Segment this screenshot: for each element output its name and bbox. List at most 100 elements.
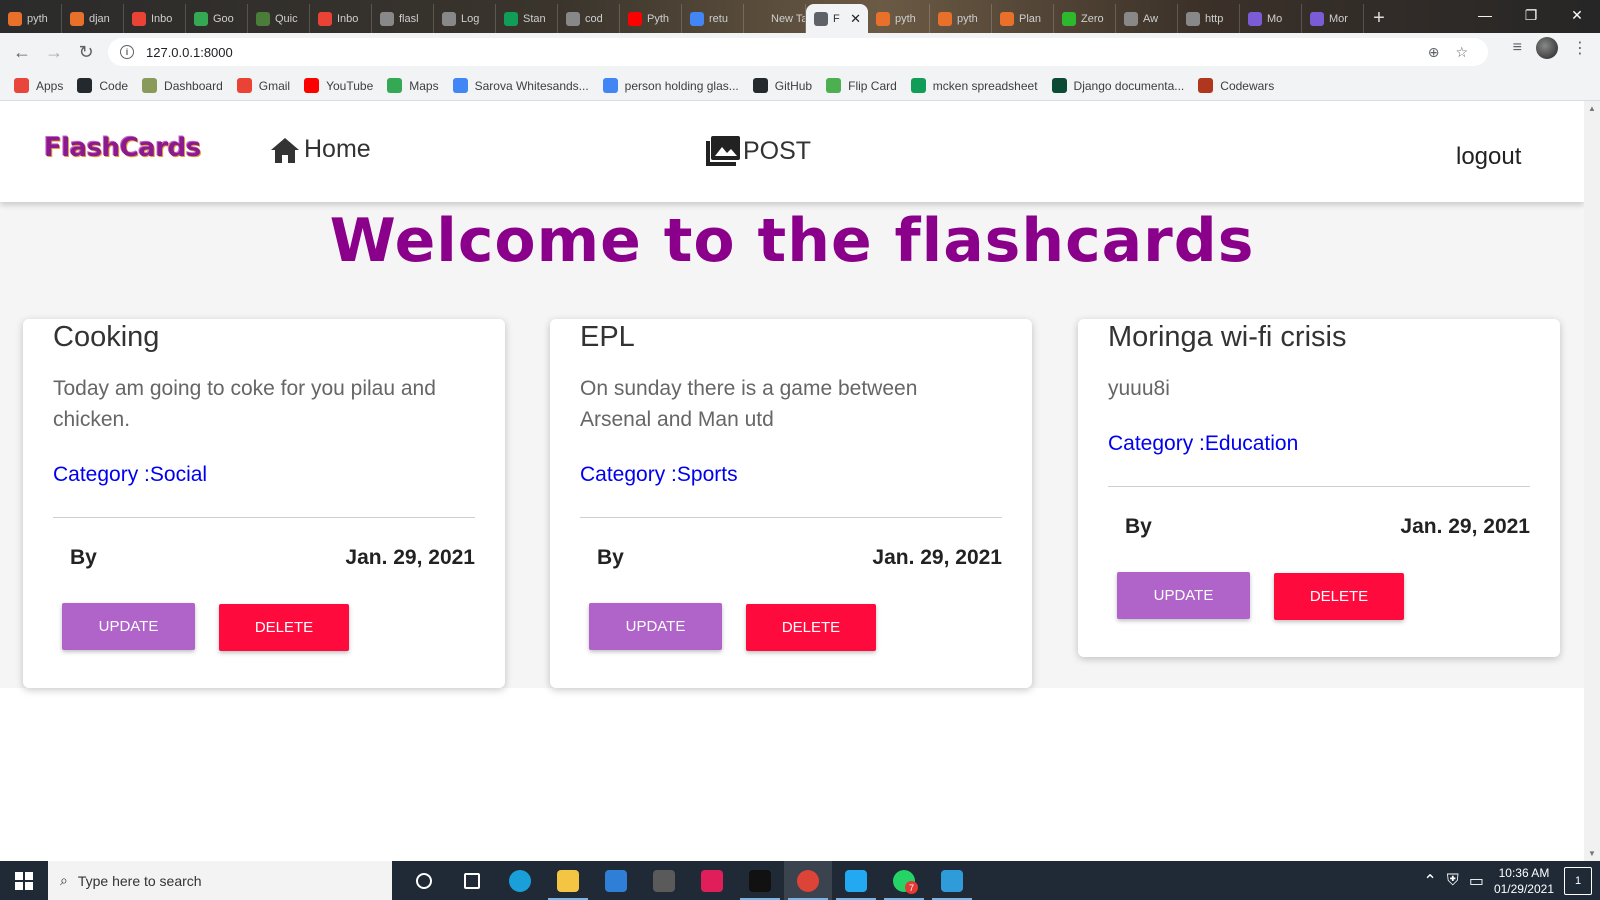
bookmark-item[interactable]: Gmail — [236, 78, 290, 93]
page-scrollbar[interactable]: ▲ ▼ — [1584, 101, 1600, 861]
logout-link[interactable]: logout — [1456, 143, 1521, 171]
browser-tab[interactable]: Inbo — [310, 4, 372, 33]
browser-tab[interactable]: Goo — [186, 4, 248, 33]
browser-tab[interactable]: pyth — [0, 4, 62, 33]
bookmark-item[interactable]: Codewars — [1198, 78, 1274, 93]
media-control-icon[interactable]: ≡ — [1513, 39, 1522, 57]
close-window-button[interactable]: ✕ — [1554, 0, 1600, 30]
taskbar-clock[interactable]: 10:36 AM 01/29/2021 — [1494, 865, 1554, 897]
browser-tab[interactable]: Plan — [992, 4, 1054, 33]
delete-button[interactable]: DELETE — [1274, 573, 1404, 620]
restore-button[interactable]: ❐ — [1508, 0, 1554, 30]
flashcard: Cooking Today am going to coke for you p… — [23, 319, 505, 688]
system-tray: ⌃ ⛨ ▭ 10:36 AM 01/29/2021 1 — [1423, 861, 1600, 900]
bookmark-item[interactable]: YouTube — [304, 78, 373, 93]
browser-tab[interactable]: Aw — [1116, 4, 1178, 33]
bookmark-item[interactable]: Django documenta... — [1051, 78, 1184, 93]
bookmark-item[interactable]: Apps — [14, 78, 63, 93]
forward-arrow-icon[interactable]: → — [38, 36, 70, 68]
browser-tab[interactable]: Zero — [1054, 4, 1116, 33]
taskbar-slack-button[interactable] — [688, 861, 736, 900]
flashcards-logo[interactable]: FlashCards — [44, 133, 201, 163]
taskbar-edge-button[interactable] — [496, 861, 544, 900]
site-navbar: FlashCards Home POST logout — [0, 101, 1584, 202]
tab-favicon-icon — [442, 11, 456, 26]
site-info-icon[interactable]: i — [120, 45, 134, 59]
url-input[interactable]: i 127.0.0.1:8000 ⊕ ☆ — [108, 38, 1488, 66]
update-button[interactable]: UPDATE — [62, 603, 195, 650]
tab-favicon-icon — [628, 11, 642, 26]
taskbar-file-explorer-button[interactable] — [544, 861, 592, 900]
bookmark-item[interactable]: Sarova Whitesands... — [452, 78, 589, 93]
bookmark-star-icon[interactable]: ☆ — [1455, 44, 1468, 61]
browser-tab[interactable]: djan — [62, 4, 124, 33]
taskbar-task-view-button[interactable] — [400, 861, 448, 900]
flashcard: Moringa wi-fi crisis yuuu8i Category :Ed… — [1078, 319, 1560, 657]
card-category: Category :Social — [53, 463, 208, 486]
taskbar-store-button[interactable] — [640, 861, 688, 900]
card-divider — [580, 517, 1002, 518]
nav-post-link[interactable]: POST — [705, 135, 811, 167]
browser-tab[interactable]: Mo — [1240, 4, 1302, 33]
browser-tab[interactable]: Pyth — [620, 4, 682, 33]
taskbar-widgets-button[interactable] — [448, 861, 496, 900]
bookmark-item[interactable]: GitHub — [752, 78, 812, 93]
battery-icon[interactable]: ▭ — [1469, 871, 1484, 891]
browser-tab[interactable]: New Tab — [744, 4, 806, 33]
browser-tab-active[interactable]: F ✕ — [806, 4, 868, 33]
taskbar-whatsapp-button[interactable]: 7 — [880, 861, 928, 900]
browser-tab[interactable]: Quic — [248, 4, 310, 33]
card-category: Category :Sports — [580, 463, 738, 486]
browser-tab[interactable]: http — [1178, 4, 1240, 33]
notifications-icon[interactable]: 1 — [1564, 866, 1592, 895]
url-text[interactable]: 127.0.0.1:8000 — [146, 45, 233, 60]
taskbar-photos-button[interactable] — [928, 861, 976, 900]
browser-tab[interactable]: Stan — [496, 4, 558, 33]
security-shield-icon[interactable]: ⛨ — [1447, 872, 1459, 890]
tab-close-icon[interactable]: ✕ — [850, 11, 861, 27]
scroll-up-icon[interactable]: ▲ — [1588, 104, 1596, 113]
reload-icon[interactable]: ↻ — [70, 36, 102, 68]
bookmark-item[interactable]: Maps — [387, 78, 439, 93]
bookmark-item[interactable]: Code — [77, 78, 128, 93]
browser-tab[interactable]: pyth — [930, 4, 992, 33]
page-viewport: FlashCards Home POST logout Welcome to t… — [0, 101, 1584, 861]
taskbar-terminal-button[interactable] — [736, 861, 784, 900]
zoom-icon[interactable]: ⊕ — [1428, 44, 1440, 61]
profile-avatar[interactable] — [1536, 37, 1558, 59]
new-tab-button[interactable]: + — [1364, 4, 1394, 33]
browser-tab[interactable]: flasl — [372, 4, 434, 33]
bookmark-label: mcken spreadsheet — [932, 78, 1038, 93]
browser-tab[interactable]: pyth — [868, 4, 930, 33]
bookmark-label: Dashboard — [164, 78, 223, 93]
browser-tab[interactable]: Mor — [1302, 4, 1364, 33]
start-button[interactable] — [0, 861, 48, 900]
taskbar-search[interactable]: ⌕ Type here to search — [48, 861, 392, 900]
taskbar-search-placeholder: Type here to search — [77, 872, 202, 889]
taskbar-vscode-button[interactable] — [832, 861, 880, 900]
menu-kebab-icon[interactable]: ⋮ — [1572, 38, 1588, 58]
update-button[interactable]: UPDATE — [1117, 572, 1250, 619]
delete-button[interactable]: DELETE — [219, 604, 349, 651]
update-button[interactable]: UPDATE — [589, 603, 722, 650]
tab-label: Mor — [1329, 12, 1348, 25]
search-icon: ⌕ — [60, 872, 68, 888]
bookmark-item[interactable]: person holding glas... — [602, 78, 739, 93]
taskbar-chrome-button[interactable] — [784, 861, 832, 900]
bookmark-item[interactable]: Dashboard — [142, 78, 223, 93]
bookmark-item[interactable]: mcken spreadsheet — [910, 78, 1038, 93]
browser-tab[interactable]: retu — [682, 4, 744, 33]
home-icon — [271, 137, 299, 163]
bookmark-item[interactable]: Flip Card — [826, 78, 897, 93]
minimize-button[interactable]: — — [1462, 0, 1508, 30]
browser-tab[interactable]: cod — [558, 4, 620, 33]
taskbar-mail-button[interactable] — [592, 861, 640, 900]
tab-label: pyth — [27, 12, 48, 25]
browser-tab[interactable]: Inbo — [124, 4, 186, 33]
back-arrow-icon[interactable]: ← — [6, 36, 38, 68]
nav-home-link[interactable]: Home — [270, 135, 371, 164]
browser-tab[interactable]: Log — [434, 4, 496, 33]
scroll-down-icon[interactable]: ▼ — [1588, 849, 1596, 858]
delete-button[interactable]: DELETE — [746, 604, 876, 651]
tray-chevron-icon[interactable]: ⌃ — [1423, 871, 1436, 891]
